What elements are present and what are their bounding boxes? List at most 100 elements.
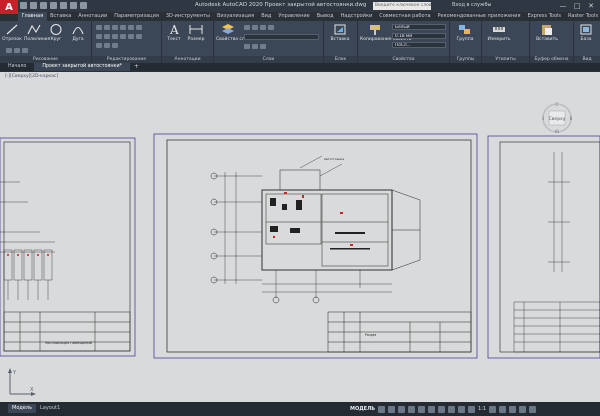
- layer-properties-tool[interactable]: Свойства слоя: [216, 23, 250, 42]
- utilities-group-title[interactable]: Утилиты: [482, 56, 529, 63]
- match-properties-tool[interactable]: Копирование свойств: [360, 23, 411, 42]
- tab-manage[interactable]: Управление: [275, 12, 313, 21]
- view-group-title[interactable]: Вид: [574, 56, 600, 63]
- annotation-visibility-icon[interactable]: [468, 405, 476, 413]
- layer-color-icon[interactable]: [268, 25, 274, 30]
- right-sheet[interactable]: [487, 135, 600, 359]
- file-tab-drawing[interactable]: Проект закрытой автостоянки*: [34, 63, 130, 71]
- break-icon[interactable]: [104, 43, 110, 48]
- tab-parametric[interactable]: Параметризация: [111, 12, 163, 21]
- transparency-icon[interactable]: [448, 405, 456, 413]
- tab-addins[interactable]: Надстройки: [337, 12, 376, 21]
- tab-view[interactable]: Вид: [258, 12, 275, 21]
- line-tool[interactable]: Отрезок: [2, 23, 22, 42]
- paste-tool[interactable]: Вставить: [534, 23, 560, 42]
- save-icon[interactable]: [40, 2, 47, 9]
- new-tab-icon[interactable]: +: [130, 63, 143, 71]
- layers-group-title[interactable]: Слои: [214, 56, 323, 63]
- circle-tool[interactable]: Круг: [46, 23, 66, 42]
- tab-layout1[interactable]: Layout1: [36, 404, 64, 413]
- make-current-icon[interactable]: [244, 44, 250, 49]
- stretch-icon[interactable]: [112, 34, 118, 39]
- tab-annotate[interactable]: Аннотации: [75, 12, 111, 21]
- annotation-scale[interactable]: 1:1: [478, 406, 486, 412]
- modify-group-title[interactable]: Редактирование: [92, 56, 161, 63]
- layer-dropdown[interactable]: [244, 34, 319, 40]
- clipboard-group-title[interactable]: Буфер обмена: [530, 56, 573, 63]
- erase-icon[interactable]: [120, 25, 126, 30]
- hatch-icon[interactable]: [14, 48, 20, 53]
- open-file-icon[interactable]: [30, 2, 37, 9]
- arc-tool[interactable]: Дуга: [68, 23, 88, 42]
- drawing-canvas[interactable]: Экспликация помещений Автостоянка Разрез: [0, 72, 600, 402]
- file-tab-start[interactable]: Начало: [0, 63, 34, 71]
- model-space-toggle[interactable]: МОДЕЛЬ: [350, 406, 375, 412]
- tab-model[interactable]: Модель: [8, 404, 37, 413]
- tab-collaborate[interactable]: Совместная работа: [376, 12, 434, 21]
- group-tool[interactable]: Группа: [455, 23, 475, 42]
- fillet-icon[interactable]: [96, 34, 102, 39]
- linetype-dropdown[interactable]: ПоСл...: [392, 42, 446, 48]
- rectangle-icon[interactable]: [6, 48, 12, 53]
- isolate-objects-icon[interactable]: [499, 405, 507, 413]
- explode-icon[interactable]: [104, 34, 110, 39]
- groups-group-title[interactable]: Группы: [450, 56, 481, 63]
- save-as-icon[interactable]: [50, 2, 57, 9]
- autocad-logo-button[interactable]: A: [0, 0, 18, 14]
- spline-icon[interactable]: [22, 48, 28, 53]
- viewcube-north[interactable]: С: [556, 102, 559, 107]
- lineweight-dropdown[interactable]: 0.18 мм: [392, 33, 446, 39]
- maximize-button[interactable]: □: [570, 0, 584, 12]
- tab-visualize[interactable]: Визуализация: [213, 12, 257, 21]
- new-file-icon[interactable]: [20, 2, 27, 9]
- insert-block-tool[interactable]: Вставка: [330, 23, 350, 42]
- tab-home[interactable]: Главная: [18, 12, 47, 21]
- grid-icon[interactable]: [378, 405, 386, 413]
- tab-express-tools[interactable]: Express Tools: [524, 12, 564, 21]
- center-sheet[interactable]: Автостоянка Разрез: [153, 133, 478, 359]
- tab-raster-tools[interactable]: Raster Tools: [565, 12, 600, 21]
- mirror-icon[interactable]: [136, 25, 142, 30]
- rotate-icon[interactable]: [104, 25, 110, 30]
- scale-icon[interactable]: [120, 34, 126, 39]
- extend-icon[interactable]: [96, 43, 102, 48]
- base-view-tool[interactable]: База: [576, 23, 596, 42]
- layer-freeze-icon[interactable]: [252, 25, 258, 30]
- properties-group-title[interactable]: Свойства: [358, 56, 449, 63]
- viewcube-south[interactable]: Ю: [555, 129, 560, 134]
- hardware-acceleration-icon[interactable]: [509, 405, 517, 413]
- polar-icon[interactable]: [408, 405, 416, 413]
- annotation-group-title[interactable]: Аннотации: [162, 56, 213, 63]
- lineweight-icon[interactable]: [438, 405, 446, 413]
- search-input[interactable]: Введите ключевое слово/фразу: [373, 2, 431, 10]
- tab-featured-apps[interactable]: Рекомендованные приложения: [434, 12, 524, 21]
- signin-link[interactable]: Вход в службы: [452, 2, 491, 8]
- block-group-title[interactable]: Блок: [324, 56, 357, 63]
- color-dropdown[interactable]: Белый: [392, 24, 446, 30]
- tab-3d-tools[interactable]: 3D-инструменты: [162, 12, 213, 21]
- match-layer-icon[interactable]: [252, 44, 258, 49]
- copy-icon[interactable]: [128, 25, 134, 30]
- tab-output[interactable]: Вывод: [313, 12, 337, 21]
- measure-tool[interactable]: Измерить: [486, 23, 512, 42]
- text-tool[interactable]: A Текст: [164, 23, 184, 42]
- viewcube[interactable]: Сверху С Ю З В: [541, 102, 573, 134]
- tab-insert[interactable]: Вставка: [47, 12, 75, 21]
- ortho-icon[interactable]: [398, 405, 406, 413]
- move-icon[interactable]: [96, 25, 102, 30]
- layer-iso-icon[interactable]: [260, 44, 266, 49]
- draw-group-title[interactable]: Рисование: [0, 56, 91, 63]
- snap-icon[interactable]: [388, 405, 396, 413]
- minimize-button[interactable]: —: [556, 0, 570, 12]
- redo-icon[interactable]: [80, 2, 87, 9]
- workspace-gear-icon[interactable]: [489, 405, 497, 413]
- osnap-icon[interactable]: [418, 405, 426, 413]
- offset-icon[interactable]: [136, 34, 142, 39]
- otrack-icon[interactable]: [428, 405, 436, 413]
- undo-icon[interactable]: [70, 2, 77, 9]
- polyline-tool[interactable]: Полилиния: [24, 23, 50, 42]
- print-icon[interactable]: [60, 2, 67, 9]
- customization-menu-icon[interactable]: [529, 405, 537, 413]
- selection-cycling-icon[interactable]: [458, 405, 466, 413]
- left-sheet[interactable]: Экспликация помещений: [0, 137, 136, 357]
